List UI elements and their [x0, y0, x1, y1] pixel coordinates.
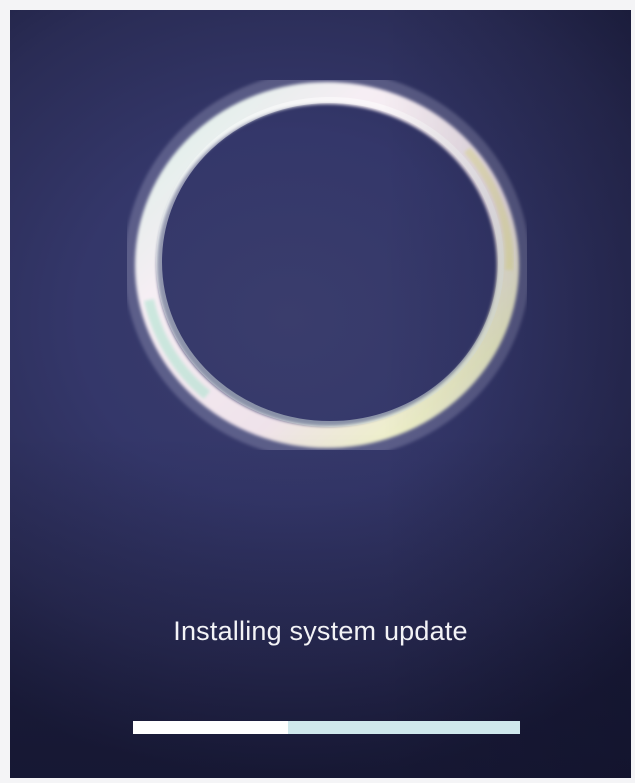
update-spinner	[127, 80, 527, 450]
circular-progress-ring-icon	[127, 80, 527, 450]
photo-frame: Installing system update	[0, 0, 635, 783]
update-progress-fill	[133, 721, 288, 734]
update-screen: Installing system update	[10, 10, 631, 778]
update-status-text: Installing system update	[173, 616, 468, 646]
update-progress-bar	[133, 721, 520, 734]
